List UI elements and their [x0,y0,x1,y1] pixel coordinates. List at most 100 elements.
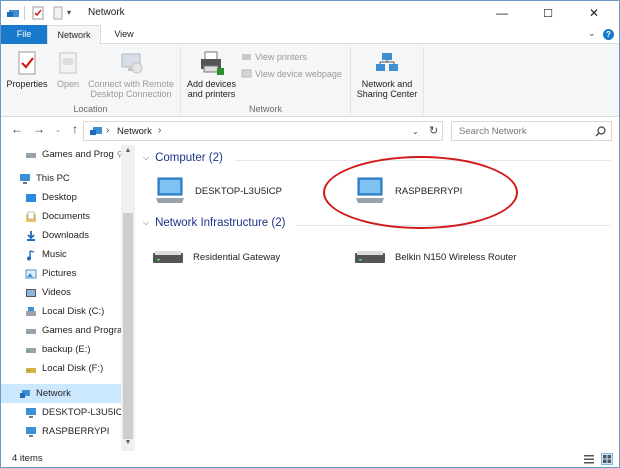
nav-item-games-drive[interactable]: Games and Progra [25,321,121,340]
up-button[interactable]: ↑ [67,122,83,136]
explorer-window: ▾ Network — ☐ ✕ File Network View ⌄ ? Pr… [0,0,620,468]
nav-item-label: Games and Prog [42,149,114,160]
scroll-up-icon[interactable]: ▲ [121,147,135,154]
nav-item-pictures[interactable]: Pictures [25,264,121,283]
view-printers-icon [242,54,251,60]
group-header-infrastructure[interactable]: ⌵ Network Infrastructure (2) [143,217,285,229]
nav-item-documents[interactable]: Documents [25,207,121,226]
view-webpage-label: View device webpage [255,68,342,79]
computer-item-desktop[interactable]: DESKTOP-L3U5ICP [153,176,282,206]
collapse-chevron-icon[interactable]: ⌵ [143,153,149,163]
nav-item-desktop[interactable]: Desktop [25,188,121,207]
tab-view[interactable]: View [104,25,144,44]
nav-item-label: Local Disk (C:) [42,306,105,317]
address-bar[interactable]: › Network › ⌄ ↻ [83,121,443,141]
music-folder-icon [27,249,35,260]
group-separator [180,47,181,114]
view-device-webpage-button[interactable]: View device webpage [241,68,342,79]
drive-icon [26,152,36,158]
item-count: 4 items [12,453,43,464]
computer-icon [20,173,30,184]
search-input[interactable]: Search Network [459,126,527,137]
nav-item-downloads[interactable]: Downloads [25,226,121,245]
sharing-center-icon [376,53,398,71]
add-devices-label-2: and printers [187,89,236,99]
computer-icon [26,407,36,418]
nav-item-music[interactable]: Music [25,245,121,264]
ribbon-collapse-icon[interactable]: ⌄ [588,28,596,39]
nav-item-desktop-l3u5icp[interactable]: DESKTOP-L3U5ICP [25,403,121,422]
ribbon: Properties Open Connect with Remote Desk… [1,44,619,117]
nav-item-this-pc[interactable]: This PC [19,169,121,188]
computer-item-label: DESKTOP-L3U5ICP [195,185,282,197]
open-icon [59,52,77,74]
view-printers-label: View printers [255,51,307,62]
pictures-folder-icon [25,269,37,278]
videos-folder-icon [26,288,36,297]
refresh-icon[interactable]: ↻ [429,124,438,137]
tab-network[interactable]: Network [47,25,101,45]
nav-item-label: Games and Progra [42,325,121,336]
address-dropdown-icon[interactable]: ⌄ [412,127,419,136]
drive-icon [26,367,36,373]
open-button[interactable]: Open [53,50,83,89]
add-devices-button[interactable]: Add devices and printers [184,50,239,99]
network-icon[interactable] [6,6,20,20]
nav-item-games-pinned[interactable]: Games and Prog ⚲ [25,145,121,164]
toolbar-separator [24,6,25,20]
nav-item-local-disk-c[interactable]: Local Disk (C:) [25,302,121,321]
infrastructure-item-label: Residential Gateway [193,251,281,263]
maximize-button[interactable]: ☐ [525,1,571,25]
navigation-pane: Games and Prog ⚲ This PC Desktop Documen… [1,145,135,451]
properties-icon[interactable] [31,6,45,20]
new-document-icon[interactable] [51,6,65,20]
nav-item-backup-e[interactable]: backup (E:) [25,340,121,359]
drive-icon [26,347,36,353]
nav-item-local-disk-f[interactable]: Local Disk (F:) [25,359,121,378]
recent-locations-icon[interactable]: ⌄ [50,125,66,134]
search-box[interactable]: Search Network [451,121,612,141]
printer-icon [200,51,224,75]
nav-item-label: DESKTOP-L3U5ICP [42,407,121,418]
large-icons-view-icon[interactable] [601,453,613,465]
tab-file[interactable]: File [1,25,47,44]
nav-item-videos[interactable]: Videos [25,283,121,302]
network-group-label: Network [248,104,282,114]
sharing-center-label-2: Sharing Center [356,89,418,99]
network-icon [20,389,30,398]
nav-item-label: Music [42,249,67,260]
remote-desktop-label-2: Desktop Connection [90,89,172,99]
details-view-icon[interactable] [583,453,595,465]
ribbon-tabs: File Network View ⌄ [1,25,619,45]
scroll-down-icon[interactable]: ▼ [121,439,135,446]
breadcrumb-chevron-icon[interactable]: › [158,125,161,136]
properties-label: Properties [6,79,48,89]
breadcrumb-chevron-icon[interactable]: › [106,125,109,136]
infrastructure-item-router[interactable]: Belkin N150 Wireless Router [353,247,516,267]
search-icon[interactable] [595,126,606,137]
chevron-down-icon[interactable]: ▾ [67,8,81,22]
properties-button[interactable]: Properties [4,50,50,89]
back-button[interactable]: ← [9,122,25,136]
sharing-center-button[interactable]: Network and Sharing Center [354,50,420,99]
nav-scrollbar[interactable]: ▲ ▼ [121,145,135,451]
nav-item-label: RASPBERRYPI [42,426,110,437]
remote-desktop-button[interactable]: Connect with Remote Desktop Connection [85,50,177,99]
help-icon[interactable]: ? [603,29,614,40]
router-icon [355,251,385,263]
minimize-button[interactable]: — [479,1,525,25]
group-header-label: Computer (2) [155,152,223,164]
nav-item-label: Network [36,388,71,399]
nav-item-network[interactable]: Network [1,384,121,403]
breadcrumb-network[interactable]: Network [117,126,152,137]
nav-item-raspberrypi[interactable]: RASPBERRYPI [25,422,121,441]
group-header-computer[interactable]: ⌵ Computer (2) [143,152,223,164]
collapse-chevron-icon[interactable]: ⌵ [143,218,149,228]
computer-icon [26,426,36,437]
scroll-thumb[interactable] [123,213,133,439]
infrastructure-item-gateway[interactable]: Residential Gateway [151,247,280,267]
view-printers-button[interactable]: View printers [241,51,307,62]
forward-button[interactable]: → [31,122,47,136]
close-button[interactable]: ✕ [571,1,617,25]
sharing-center-label-1: Network and [361,79,413,89]
